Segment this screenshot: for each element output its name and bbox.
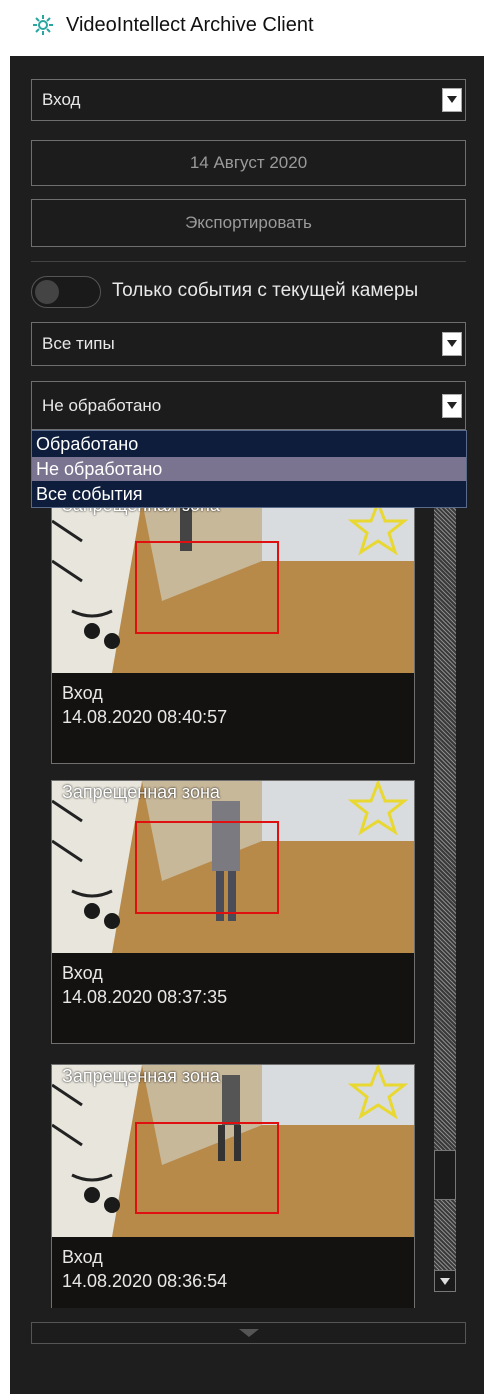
event-info: Вход 14.08.2020 08:37:35: [52, 953, 414, 1043]
scroll-down-button[interactable]: [434, 1270, 456, 1292]
event-card[interactable]: Запрещенная зона Вход 14.08.2020 08:36:5…: [51, 1064, 415, 1308]
export-button-label: Экспортировать: [185, 213, 312, 232]
export-button[interactable]: Экспортировать: [31, 199, 466, 247]
chevron-down-icon: [440, 1278, 450, 1285]
status-select-value: Не обработано: [42, 395, 162, 415]
event-info: Вход 14.08.2020 08:40:57: [52, 673, 414, 763]
load-more-button[interactable]: [31, 1322, 466, 1344]
current-camera-toggle-label: Только события с текущей камеры: [112, 280, 419, 301]
event-card[interactable]: Запрещенная зона Вход 14.08.2020 08:37:3…: [51, 780, 415, 1044]
date-value: 14 Август 2020: [189, 153, 308, 172]
date-picker[interactable]: 14 Август 2020: [31, 140, 466, 186]
star-icon[interactable]: [348, 508, 408, 559]
star-icon[interactable]: [348, 1064, 408, 1123]
event-camera: Вход: [62, 1247, 103, 1267]
event-type-label: Запрещенная зона: [62, 782, 220, 802]
camera-select-value: Вход: [42, 90, 81, 109]
camera-select[interactable]: Вход: [31, 79, 466, 121]
status-dropdown-list: Обработано Не обработано Все события: [31, 430, 467, 508]
dropdown-option-all-events[interactable]: Все события: [32, 482, 466, 506]
event-type-label: Запрещенная зона: [62, 1066, 220, 1086]
event-type-select[interactable]: Все типы: [31, 322, 466, 366]
current-camera-toggle[interactable]: [31, 276, 101, 308]
chevron-down-icon[interactable]: [442, 332, 462, 356]
event-info: Вход 14.08.2020 08:36:54: [52, 1237, 414, 1308]
dropdown-option-processed[interactable]: Обработано: [32, 432, 466, 456]
dropdown-option-unprocessed[interactable]: Не обработано: [32, 457, 466, 481]
divider: [31, 261, 466, 262]
scrollbar-thumb[interactable]: [434, 1150, 456, 1200]
event-timestamp: 14.08.2020 08:40:57: [62, 707, 228, 727]
title-bar: VideoIntellect Archive Client: [0, 0, 487, 56]
toggle-knob: [35, 280, 59, 304]
chevron-down-icon[interactable]: [442, 393, 462, 418]
window-title: VideoIntellect Archive Client: [66, 14, 314, 36]
gear-flower-icon: [33, 15, 53, 35]
event-type-label: Запрещенная зона: [62, 508, 220, 516]
event-card[interactable]: Запрещенная зона Вход 14.08.2020 08:40:5…: [51, 508, 415, 764]
chevron-down-icon[interactable]: [442, 88, 462, 112]
event-type-value: Все типы: [42, 334, 115, 353]
event-camera: Вход: [62, 963, 103, 983]
status-select[interactable]: Не обработано: [31, 381, 466, 430]
event-timestamp: 14.08.2020 08:37:35: [62, 987, 228, 1007]
event-timestamp: 14.08.2020 08:36:54: [62, 1271, 228, 1291]
chevron-down-icon: [238, 1329, 259, 1337]
event-camera: Вход: [62, 683, 103, 703]
event-list: Запрещенная зона Вход 14.08.2020 08:40:5…: [31, 508, 426, 1308]
star-icon[interactable]: [348, 780, 408, 839]
